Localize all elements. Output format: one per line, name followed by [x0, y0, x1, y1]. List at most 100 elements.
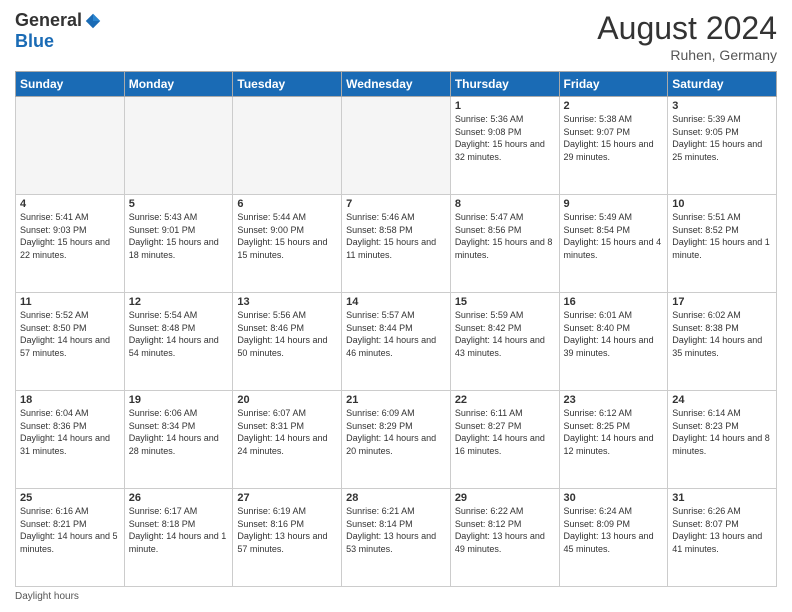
- day-info: Sunrise: 5:51 AM Sunset: 8:52 PM Dayligh…: [672, 211, 772, 261]
- calendar-cell: 10Sunrise: 5:51 AM Sunset: 8:52 PM Dayli…: [668, 195, 777, 293]
- day-info: Sunrise: 6:07 AM Sunset: 8:31 PM Dayligh…: [237, 407, 337, 457]
- calendar-cell: 5Sunrise: 5:43 AM Sunset: 9:01 PM Daylig…: [124, 195, 233, 293]
- calendar-cell: 24Sunrise: 6:14 AM Sunset: 8:23 PM Dayli…: [668, 391, 777, 489]
- calendar-cell: 6Sunrise: 5:44 AM Sunset: 9:00 PM Daylig…: [233, 195, 342, 293]
- day-info: Sunrise: 5:39 AM Sunset: 9:05 PM Dayligh…: [672, 113, 772, 163]
- day-header-thursday: Thursday: [450, 72, 559, 97]
- day-header-sunday: Sunday: [16, 72, 125, 97]
- day-number: 5: [129, 198, 229, 210]
- calendar-cell: 11Sunrise: 5:52 AM Sunset: 8:50 PM Dayli…: [16, 293, 125, 391]
- calendar-cell: 26Sunrise: 6:17 AM Sunset: 8:18 PM Dayli…: [124, 489, 233, 587]
- day-number: 1: [455, 100, 555, 112]
- calendar-cell: 15Sunrise: 5:59 AM Sunset: 8:42 PM Dayli…: [450, 293, 559, 391]
- day-header-monday: Monday: [124, 72, 233, 97]
- day-number: 13: [237, 296, 337, 308]
- day-info: Sunrise: 5:57 AM Sunset: 8:44 PM Dayligh…: [346, 309, 446, 359]
- day-info: Sunrise: 5:36 AM Sunset: 9:08 PM Dayligh…: [455, 113, 555, 163]
- day-info: Sunrise: 6:14 AM Sunset: 8:23 PM Dayligh…: [672, 407, 772, 457]
- day-number: 6: [237, 198, 337, 210]
- day-number: 21: [346, 394, 446, 406]
- calendar-cell: 2Sunrise: 5:38 AM Sunset: 9:07 PM Daylig…: [559, 97, 668, 195]
- calendar-cell: 19Sunrise: 6:06 AM Sunset: 8:34 PM Dayli…: [124, 391, 233, 489]
- day-info: Sunrise: 5:59 AM Sunset: 8:42 PM Dayligh…: [455, 309, 555, 359]
- day-number: 4: [20, 198, 120, 210]
- logo-icon: [84, 12, 102, 30]
- location-subtitle: Ruhen, Germany: [597, 47, 777, 63]
- day-info: Sunrise: 6:01 AM Sunset: 8:40 PM Dayligh…: [564, 309, 664, 359]
- calendar-cell: 27Sunrise: 6:19 AM Sunset: 8:16 PM Dayli…: [233, 489, 342, 587]
- day-number: 11: [20, 296, 120, 308]
- day-info: Sunrise: 6:19 AM Sunset: 8:16 PM Dayligh…: [237, 505, 337, 555]
- day-info: Sunrise: 6:17 AM Sunset: 8:18 PM Dayligh…: [129, 505, 229, 555]
- title-block: August 2024 Ruhen, Germany: [597, 10, 777, 63]
- month-title: August 2024: [597, 10, 777, 47]
- day-number: 30: [564, 492, 664, 504]
- week-row-1: 4Sunrise: 5:41 AM Sunset: 9:03 PM Daylig…: [16, 195, 777, 293]
- week-row-0: 1Sunrise: 5:36 AM Sunset: 9:08 PM Daylig…: [16, 97, 777, 195]
- logo: General Blue: [15, 10, 102, 52]
- day-info: Sunrise: 5:54 AM Sunset: 8:48 PM Dayligh…: [129, 309, 229, 359]
- calendar-cell: 28Sunrise: 6:21 AM Sunset: 8:14 PM Dayli…: [342, 489, 451, 587]
- day-number: 27: [237, 492, 337, 504]
- header: General Blue August 2024 Ruhen, Germany: [15, 10, 777, 63]
- calendar-cell: [16, 97, 125, 195]
- page: General Blue August 2024 Ruhen, Germany …: [0, 0, 792, 612]
- calendar-cell: [233, 97, 342, 195]
- day-info: Sunrise: 6:02 AM Sunset: 8:38 PM Dayligh…: [672, 309, 772, 359]
- calendar-cell: 18Sunrise: 6:04 AM Sunset: 8:36 PM Dayli…: [16, 391, 125, 489]
- day-info: Sunrise: 6:09 AM Sunset: 8:29 PM Dayligh…: [346, 407, 446, 457]
- day-number: 15: [455, 296, 555, 308]
- calendar-cell: 8Sunrise: 5:47 AM Sunset: 8:56 PM Daylig…: [450, 195, 559, 293]
- day-info: Sunrise: 6:26 AM Sunset: 8:07 PM Dayligh…: [672, 505, 772, 555]
- day-header-tuesday: Tuesday: [233, 72, 342, 97]
- day-number: 26: [129, 492, 229, 504]
- day-info: Sunrise: 6:11 AM Sunset: 8:27 PM Dayligh…: [455, 407, 555, 457]
- week-row-4: 25Sunrise: 6:16 AM Sunset: 8:21 PM Dayli…: [16, 489, 777, 587]
- calendar-cell: 9Sunrise: 5:49 AM Sunset: 8:54 PM Daylig…: [559, 195, 668, 293]
- day-info: Sunrise: 6:16 AM Sunset: 8:21 PM Dayligh…: [20, 505, 120, 555]
- day-number: 25: [20, 492, 120, 504]
- day-info: Sunrise: 6:04 AM Sunset: 8:36 PM Dayligh…: [20, 407, 120, 457]
- calendar-cell: 16Sunrise: 6:01 AM Sunset: 8:40 PM Dayli…: [559, 293, 668, 391]
- week-row-3: 18Sunrise: 6:04 AM Sunset: 8:36 PM Dayli…: [16, 391, 777, 489]
- day-info: Sunrise: 5:49 AM Sunset: 8:54 PM Dayligh…: [564, 211, 664, 261]
- header-row: SundayMondayTuesdayWednesdayThursdayFrid…: [16, 72, 777, 97]
- day-number: 22: [455, 394, 555, 406]
- day-number: 2: [564, 100, 664, 112]
- day-number: 14: [346, 296, 446, 308]
- calendar-cell: 17Sunrise: 6:02 AM Sunset: 8:38 PM Dayli…: [668, 293, 777, 391]
- calendar-cell: 20Sunrise: 6:07 AM Sunset: 8:31 PM Dayli…: [233, 391, 342, 489]
- day-info: Sunrise: 6:24 AM Sunset: 8:09 PM Dayligh…: [564, 505, 664, 555]
- day-number: 23: [564, 394, 664, 406]
- day-number: 9: [564, 198, 664, 210]
- day-info: Sunrise: 6:22 AM Sunset: 8:12 PM Dayligh…: [455, 505, 555, 555]
- day-info: Sunrise: 5:56 AM Sunset: 8:46 PM Dayligh…: [237, 309, 337, 359]
- calendar-cell: 29Sunrise: 6:22 AM Sunset: 8:12 PM Dayli…: [450, 489, 559, 587]
- day-number: 8: [455, 198, 555, 210]
- calendar-cell: 23Sunrise: 6:12 AM Sunset: 8:25 PM Dayli…: [559, 391, 668, 489]
- calendar-cell: 25Sunrise: 6:16 AM Sunset: 8:21 PM Dayli…: [16, 489, 125, 587]
- day-number: 17: [672, 296, 772, 308]
- calendar-cell: 31Sunrise: 6:26 AM Sunset: 8:07 PM Dayli…: [668, 489, 777, 587]
- day-header-friday: Friday: [559, 72, 668, 97]
- calendar-cell: [124, 97, 233, 195]
- calendar-cell: 7Sunrise: 5:46 AM Sunset: 8:58 PM Daylig…: [342, 195, 451, 293]
- day-info: Sunrise: 5:52 AM Sunset: 8:50 PM Dayligh…: [20, 309, 120, 359]
- calendar-cell: 1Sunrise: 5:36 AM Sunset: 9:08 PM Daylig…: [450, 97, 559, 195]
- day-info: Sunrise: 6:06 AM Sunset: 8:34 PM Dayligh…: [129, 407, 229, 457]
- calendar-cell: 3Sunrise: 5:39 AM Sunset: 9:05 PM Daylig…: [668, 97, 777, 195]
- day-number: 29: [455, 492, 555, 504]
- day-number: 7: [346, 198, 446, 210]
- day-info: Sunrise: 5:47 AM Sunset: 8:56 PM Dayligh…: [455, 211, 555, 261]
- day-number: 18: [20, 394, 120, 406]
- logo-blue: Blue: [15, 31, 54, 52]
- day-number: 10: [672, 198, 772, 210]
- day-number: 12: [129, 296, 229, 308]
- calendar-cell: 4Sunrise: 5:41 AM Sunset: 9:03 PM Daylig…: [16, 195, 125, 293]
- day-header-wednesday: Wednesday: [342, 72, 451, 97]
- calendar-cell: 13Sunrise: 5:56 AM Sunset: 8:46 PM Dayli…: [233, 293, 342, 391]
- day-info: Sunrise: 6:21 AM Sunset: 8:14 PM Dayligh…: [346, 505, 446, 555]
- day-header-saturday: Saturday: [668, 72, 777, 97]
- logo-general: General: [15, 10, 82, 31]
- day-info: Sunrise: 6:12 AM Sunset: 8:25 PM Dayligh…: [564, 407, 664, 457]
